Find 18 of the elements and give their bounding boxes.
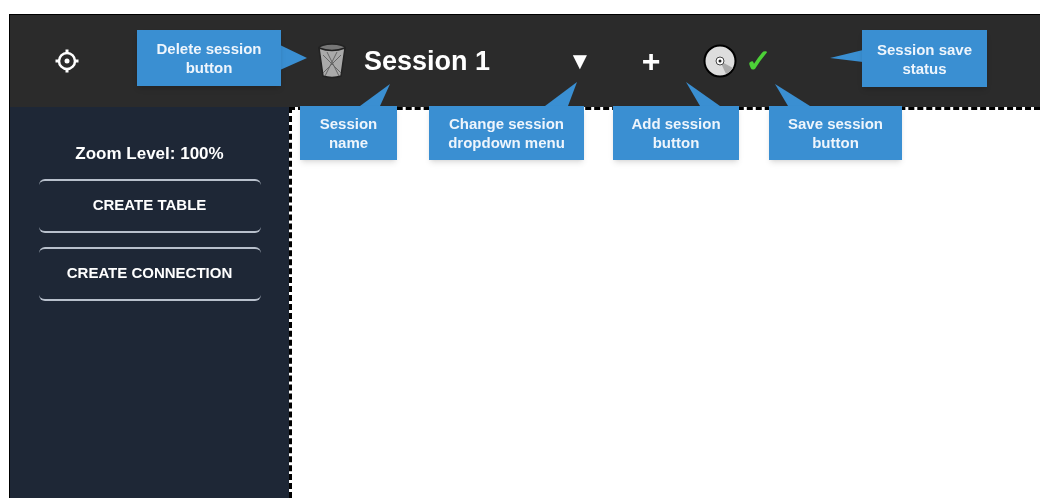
- zoom-level-label: Zoom Level: 100%: [75, 143, 224, 165]
- callout: Session save status: [862, 30, 987, 87]
- callout-pointer: [775, 84, 810, 106]
- session-name: Session 1: [364, 44, 491, 78]
- save-status-check: ✓: [744, 45, 772, 77]
- trash-icon[interactable]: [317, 43, 347, 79]
- callout-pointer: [686, 82, 720, 106]
- callout-pointer: [280, 45, 307, 70]
- callout-pointer: [360, 84, 390, 106]
- dropdown-button[interactable]: ▼: [568, 49, 592, 73]
- settings-icon[interactable]: [55, 49, 79, 73]
- callout-pointer: [545, 82, 577, 106]
- sidebar-button[interactable]: CREATE TABLE: [38, 178, 261, 233]
- callout: Delete session button: [137, 30, 281, 86]
- callout-pointer: [830, 50, 863, 62]
- sidebar-button[interactable]: CREATE CONNECTION: [38, 246, 261, 301]
- disc-icon[interactable]: [702, 44, 737, 78]
- add-session-button[interactable]: +: [641, 45, 661, 77]
